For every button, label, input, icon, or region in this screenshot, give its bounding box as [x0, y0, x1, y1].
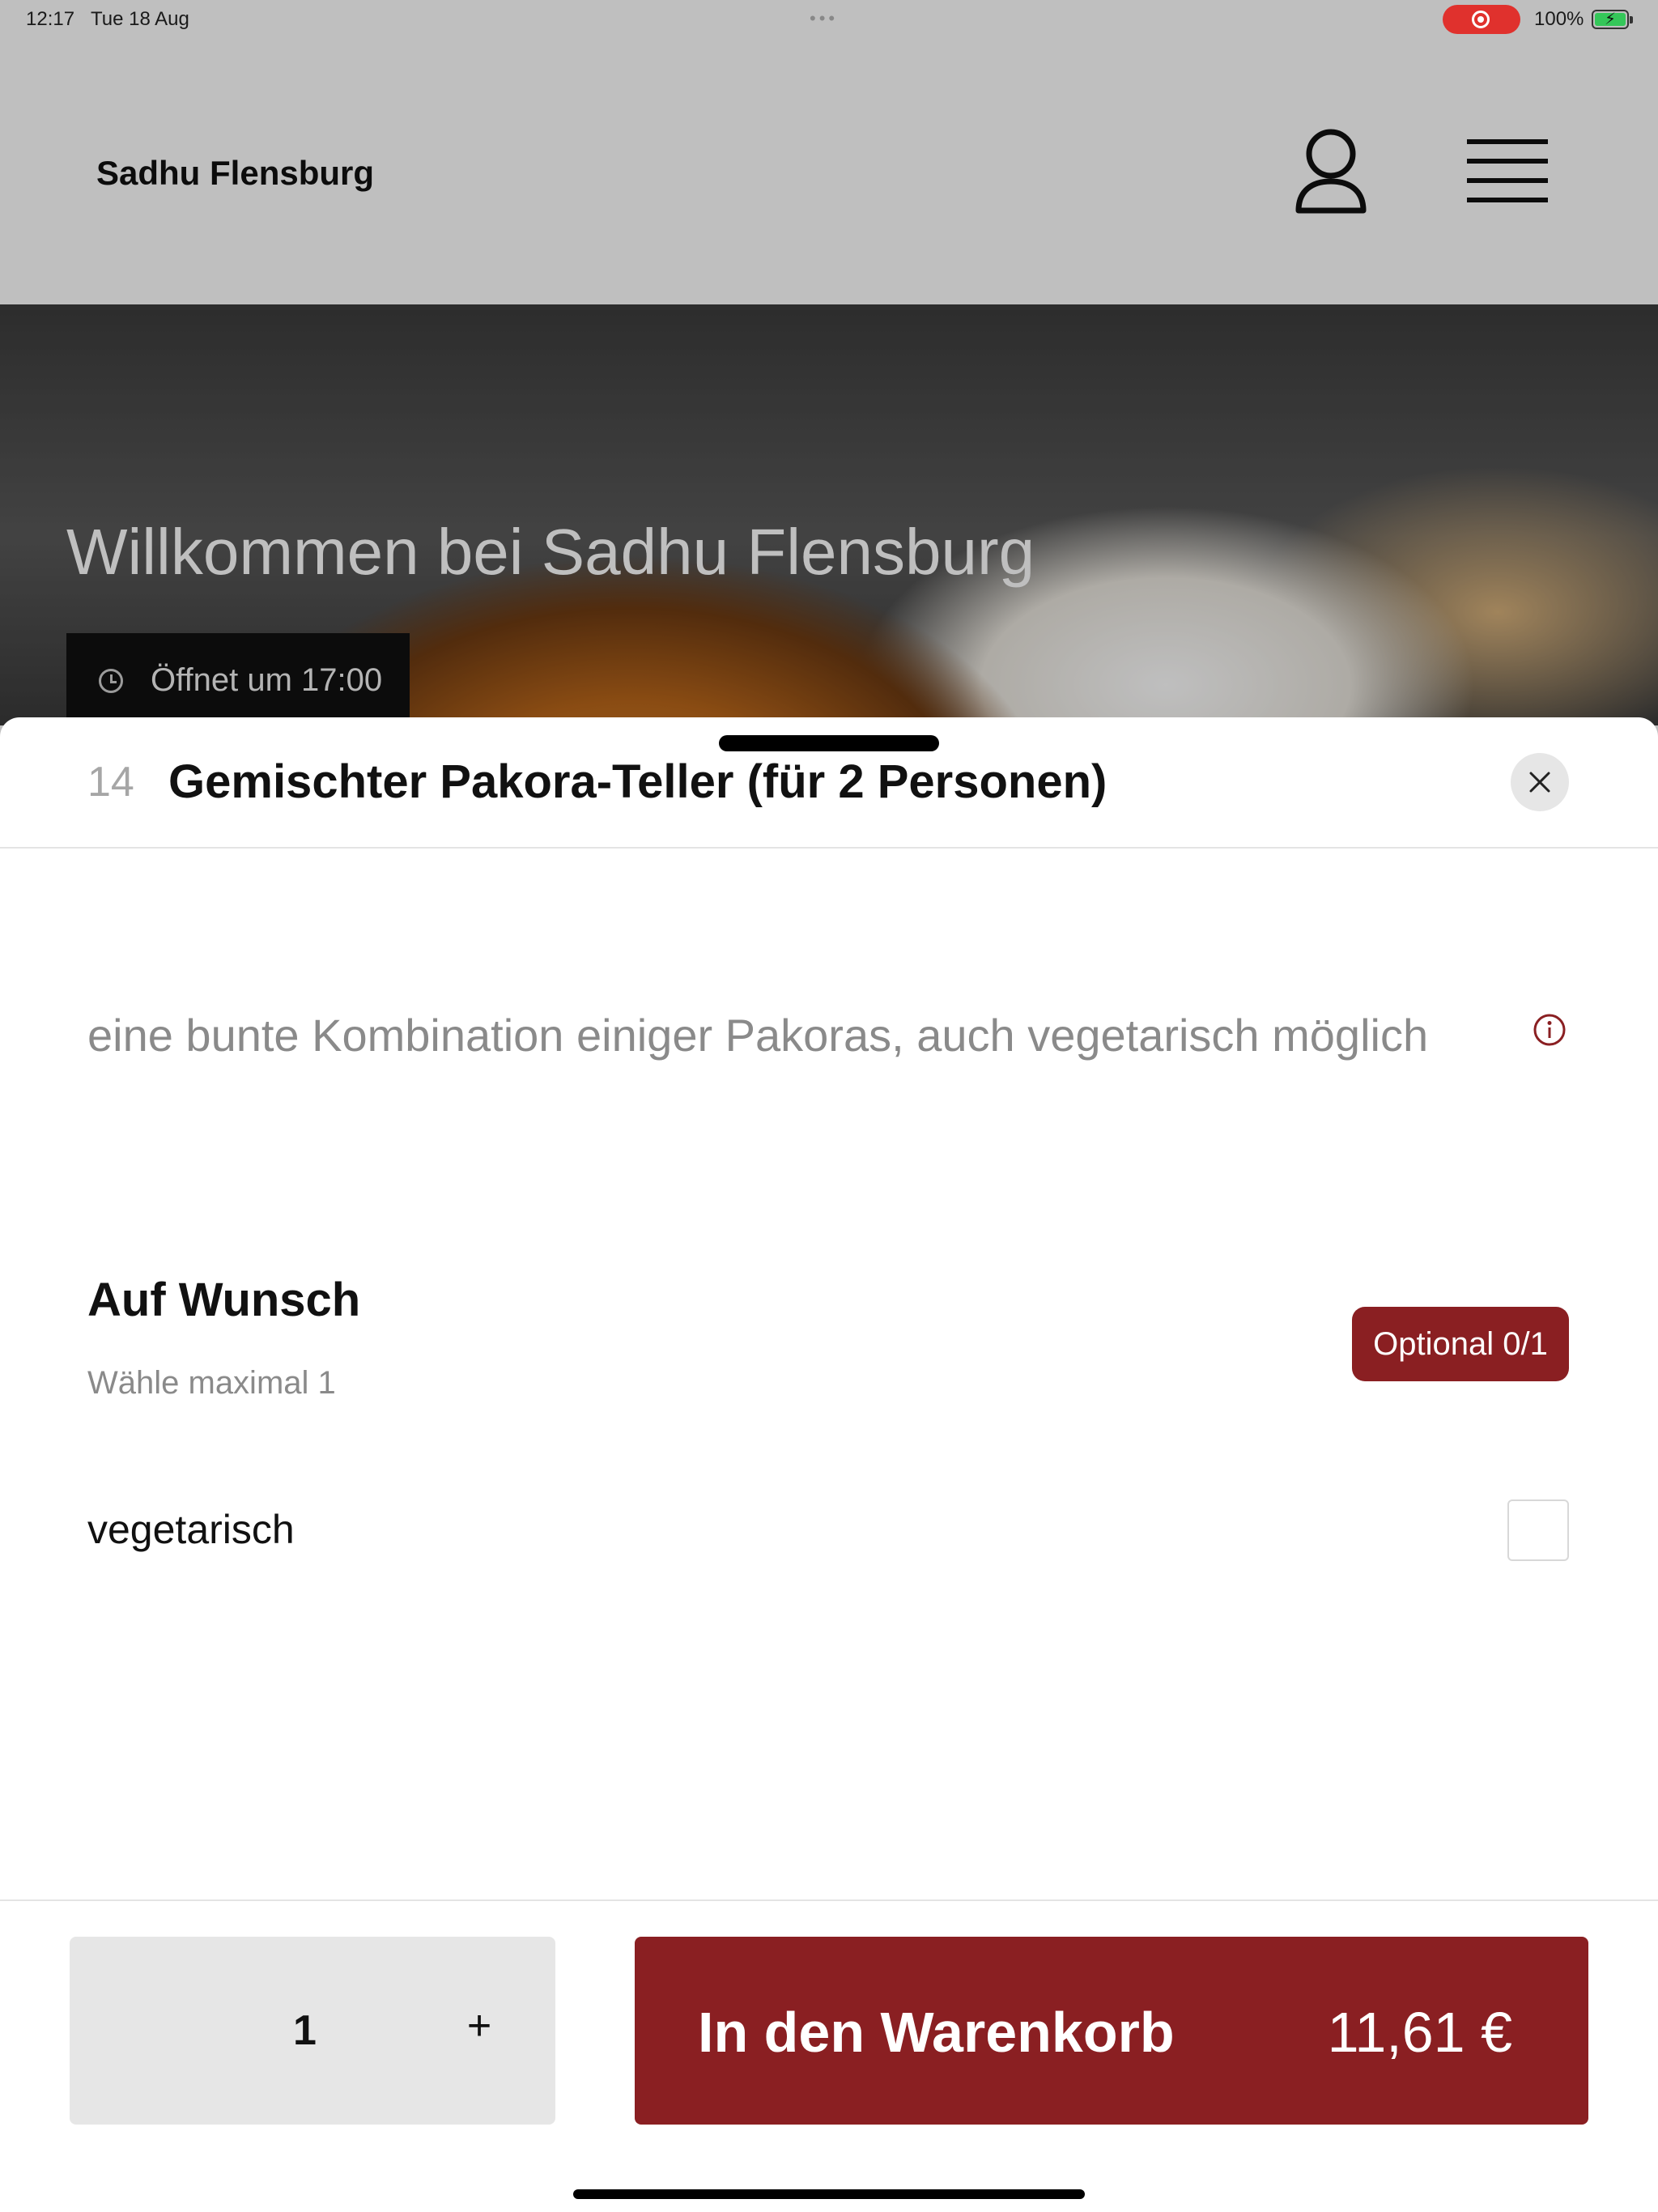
options-group-subtitle: Wähle maximal 1	[87, 1365, 336, 1401]
add-to-cart-label: In den Warenkorb	[698, 2001, 1175, 2064]
sheet-grabber[interactable]	[719, 735, 939, 751]
record-icon	[1472, 11, 1490, 28]
status-bar: 12:17 Tue 18 Aug ••• 100% ⚡	[0, 0, 1658, 39]
footer-divider	[0, 1899, 1658, 1901]
item-number: 14	[87, 759, 134, 806]
info-icon[interactable]	[1532, 1012, 1567, 1048]
increase-quantity-button[interactable]: +	[455, 2001, 504, 2050]
header-divider	[0, 847, 1658, 849]
status-date: Tue 18 Aug	[91, 8, 189, 30]
item-description: eine bunte Kombination einiger Pakoras, …	[87, 1010, 1429, 1061]
quantity-stepper: 1 +	[70, 1937, 555, 2125]
options-group-title: Auf Wunsch	[87, 1274, 361, 1326]
quantity-value: 1	[293, 2007, 317, 2054]
item-price: 11,61 €	[1327, 2001, 1512, 2064]
option-label-vegetarisch[interactable]: vegetarisch	[87, 1506, 295, 1553]
item-title: Gemischter Pakora-Teller (für 2 Personen…	[168, 755, 1107, 808]
option-checkbox-vegetarisch[interactable]	[1507, 1499, 1569, 1561]
home-indicator[interactable]	[573, 2189, 1085, 2199]
app-root: Sadhu Flensburg Willkommen bei Sadhu Fle…	[0, 0, 1658, 2212]
screen-recording-indicator[interactable]	[1443, 5, 1520, 34]
add-to-cart-button[interactable]: In den Warenkorb 11,61 €	[635, 1937, 1588, 2125]
multitasking-dots-icon[interactable]: •••	[810, 8, 838, 29]
close-button[interactable]	[1511, 753, 1569, 811]
battery-icon: ⚡	[1592, 10, 1633, 29]
optional-badge: Optional 0/1	[1352, 1307, 1569, 1381]
battery-percent: 100%	[1534, 8, 1584, 30]
close-icon	[1529, 772, 1550, 793]
status-time: 12:17	[26, 8, 75, 30]
item-detail-sheet: 14 Gemischter Pakora-Teller (für 2 Perso…	[0, 717, 1658, 2212]
